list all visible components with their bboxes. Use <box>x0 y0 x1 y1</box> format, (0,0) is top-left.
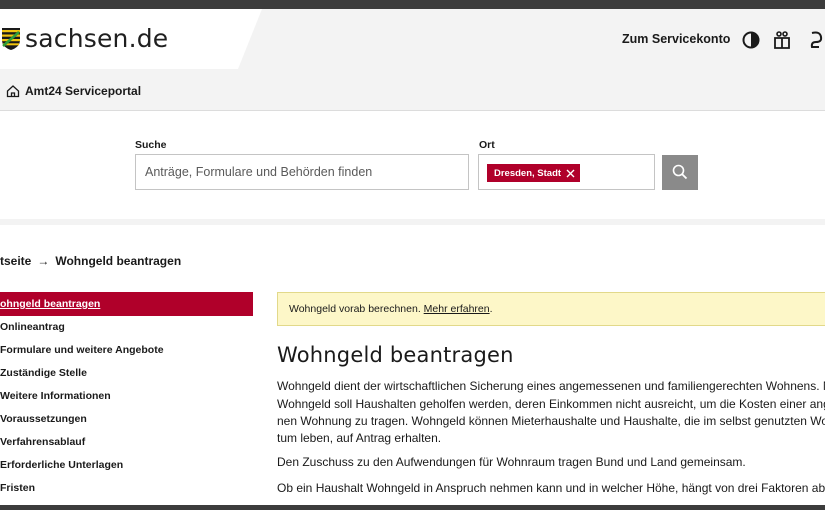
intro-line-4: tum leben, auf Antrag erhalten. <box>277 431 442 445</box>
notice-text: Wohngeld vorab berechnen. <box>289 303 421 315</box>
top-strip <box>0 0 825 9</box>
breadcrumb-parent[interactable]: tseite <box>0 254 31 268</box>
notice-suffix: . <box>489 303 493 315</box>
location-chip-label: Dresden, Stadt <box>494 167 562 179</box>
location-label: Ort <box>479 139 495 151</box>
intro-line-1: Wohngeld dient der wirtschaftlichen Sich… <box>277 379 825 393</box>
intro-line-2: Wohngeld soll Haushalten geholfen werden… <box>277 397 825 411</box>
search-label: Suche <box>135 139 167 151</box>
sidebar-item-onlineantrag[interactable]: Onlineantrag <box>0 316 253 339</box>
sign-language-icon[interactable] <box>772 30 792 50</box>
saxony-coat-of-arms-icon <box>2 27 20 50</box>
close-icon[interactable] <box>566 169 575 178</box>
sidebar-item-fristen[interactable]: Fristen <box>0 477 253 500</box>
easy-language-icon[interactable] <box>806 30 825 50</box>
contrast-icon[interactable] <box>741 30 761 50</box>
sidebar-nav: ohngeld beantragen Onlineantrag Formular… <box>0 292 253 500</box>
location-field[interactable]: Dresden, Stadt <box>478 154 655 190</box>
sidebar-item-weitere-informationen[interactable]: Weitere Informationen <box>0 385 253 408</box>
sidebar-item-voraussetzungen[interactable]: Voraussetzungen <box>0 408 253 431</box>
breadcrumb-separator: → <box>37 254 50 268</box>
logo-text: sachsen.de <box>25 24 169 53</box>
section-divider <box>0 219 825 225</box>
sidebar-item-unterlagen[interactable]: Erforderliche Unterlagen <box>0 454 253 477</box>
paragraph-funding: Den Zuschuss zu den Aufwendungen für Woh… <box>277 455 746 469</box>
location-chip[interactable]: Dresden, Stadt <box>487 164 581 182</box>
paragraph-factors: Ob ein Haushalt Wohngeld in Anspruch neh… <box>277 481 825 495</box>
search-icon <box>672 164 688 180</box>
search-button[interactable] <box>662 155 698 190</box>
home-icon[interactable] <box>6 84 20 98</box>
portal-title[interactable]: Amt24 Serviceportal <box>25 84 141 98</box>
sidebar-item-formulare[interactable]: Formulare und weitere Angebote <box>0 339 253 362</box>
search-input[interactable] <box>135 154 469 190</box>
breadcrumb: tseite → Wohngeld beantragen <box>0 254 181 268</box>
notice-link[interactable]: Mehr erfahren <box>424 303 490 315</box>
header-grey-panel <box>238 9 825 69</box>
notice-banner: Wohngeld vorab berechnen. Mehr erfahren. <box>277 292 825 326</box>
breadcrumb-current: Wohngeld beantragen <box>55 254 182 268</box>
servicekonto-link[interactable]: Zum Servicekonto <box>622 32 730 46</box>
intro-line-3: nen Wohnung zu tragen. Wohngeld können M… <box>277 414 825 428</box>
sidebar-item-wohngeld-beantragen[interactable]: ohngeld beantragen <box>0 292 253 316</box>
sidebar-item-zustaendige-stelle[interactable]: Zuständige Stelle <box>0 362 253 385</box>
site-logo[interactable]: sachsen.de <box>2 24 168 53</box>
page-title: Wohngeld beantragen <box>277 343 514 367</box>
sidebar-item-verfahrensablauf[interactable]: Verfahrensablauf <box>0 431 253 454</box>
bottom-bar <box>0 505 825 510</box>
